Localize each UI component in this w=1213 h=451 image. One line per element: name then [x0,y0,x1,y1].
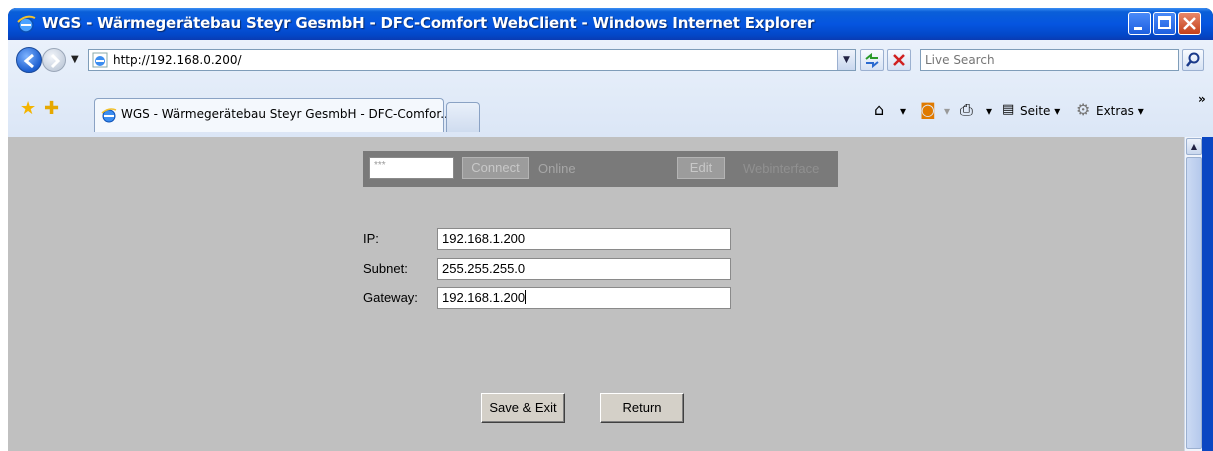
page-menu[interactable]: Seite ▾ [1020,104,1060,118]
scroll-up-icon[interactable]: ▲ [1186,138,1202,155]
print-icon[interactable]: ⎙ [960,100,973,120]
close-icon [1183,17,1196,30]
page-ie-icon [92,52,108,68]
browser-window: WGS - Wärmegerätebau Steyr GesmbH - DFC-… [8,8,1213,451]
refresh-button[interactable] [860,49,884,71]
home-dropdown-icon[interactable]: ▾ [900,104,906,118]
gateway-label: Gateway: [363,290,418,305]
search-input[interactable] [925,53,1125,67]
tools-menu-label: Extras [1096,104,1134,118]
address-bar[interactable]: http://192.168.0.200/ ▼ [88,49,856,71]
minimize-icon [1134,27,1142,30]
gateway-value: 192.168.1.200 [442,290,526,305]
more-commands-icon[interactable]: » [1198,92,1206,106]
return-button[interactable]: Return [600,393,684,423]
ie-logo-icon [17,15,36,33]
page-content: *** Connect Online Edit Webinterface IP:… [8,137,1184,451]
close-button[interactable] [1178,12,1201,35]
search-icon [1186,52,1200,67]
print-dropdown-icon[interactable]: ▾ [986,104,992,118]
text-caret [525,290,527,304]
home-icon[interactable]: ⌂ [874,100,884,119]
back-arrow-icon [23,53,34,69]
save-exit-button[interactable]: Save & Exit [481,393,565,423]
maximize-icon [1158,16,1171,29]
edit-button[interactable]: Edit [677,157,725,179]
new-tab-button[interactable] [446,102,480,132]
window-title: WGS - Wärmegerätebau Steyr GesmbH - DFC-… [42,14,815,32]
stop-button[interactable] [887,49,911,71]
connect-button[interactable]: Connect [462,157,529,179]
search-button[interactable] [1182,49,1204,71]
webinterface-title: Webinterface [743,161,820,176]
page-menu-label: Seite [1020,104,1051,118]
history-dropdown-icon[interactable]: ▼ [71,54,79,65]
tab-title: WGS - Wärmegerätebau Steyr GesmbH - DFC-… [121,107,452,121]
feeds-icon[interactable]: ◙ [920,100,936,119]
gateway-field[interactable]: 192.168.1.200 [437,287,731,309]
subnet-label: Subnet: [363,261,408,276]
address-dropdown-icon[interactable]: ▼ [837,50,855,70]
search-box[interactable] [920,49,1179,71]
favorites-star-icon[interactable]: ★ [20,98,36,119]
address-url[interactable]: http://192.168.0.200/ [113,53,242,67]
add-favorite-icon[interactable]: ✚ [44,98,59,119]
vertical-scrollbar[interactable]: ▲ [1184,137,1202,451]
feeds-dropdown-icon[interactable]: ▾ [944,104,950,118]
password-field[interactable]: *** [369,157,454,179]
web-toolbar: *** Connect Online Edit Webinterface [363,151,838,187]
page-icon: ▤ [1002,102,1015,117]
address-row: ▼ http://192.168.0.200/ ▼ [8,40,1213,80]
stop-icon [893,54,905,66]
scroll-thumb[interactable] [1186,157,1202,449]
connection-status: Online [538,161,576,176]
title-bar[interactable]: WGS - Wärmegerätebau Steyr GesmbH - DFC-… [8,8,1213,40]
maximize-button[interactable] [1153,12,1176,35]
ip-label: IP: [363,231,379,246]
tab-active[interactable]: WGS - Wärmegerätebau Steyr GesmbH - DFC-… [94,98,452,132]
refresh-icon [865,52,879,69]
tools-menu[interactable]: Extras ▾ [1096,104,1144,118]
forward-arrow-icon [50,53,61,69]
subnet-field[interactable]: 255.255.255.0 [437,258,731,280]
tab-ie-icon [101,108,117,123]
minimize-button[interactable] [1128,12,1151,35]
forward-button[interactable] [42,48,66,72]
ip-field[interactable]: 192.168.1.200 [437,228,731,250]
back-button[interactable] [16,47,42,73]
tab-row: ★ ✚ WGS - Wärmegerätebau Steyr GesmbH - … [8,80,1213,137]
browser-chrome: ▼ http://192.168.0.200/ ▼ Live Search ★ … [8,40,1213,137]
window-border [1202,137,1213,451]
tools-gear-icon: ⚙ [1076,100,1091,119]
